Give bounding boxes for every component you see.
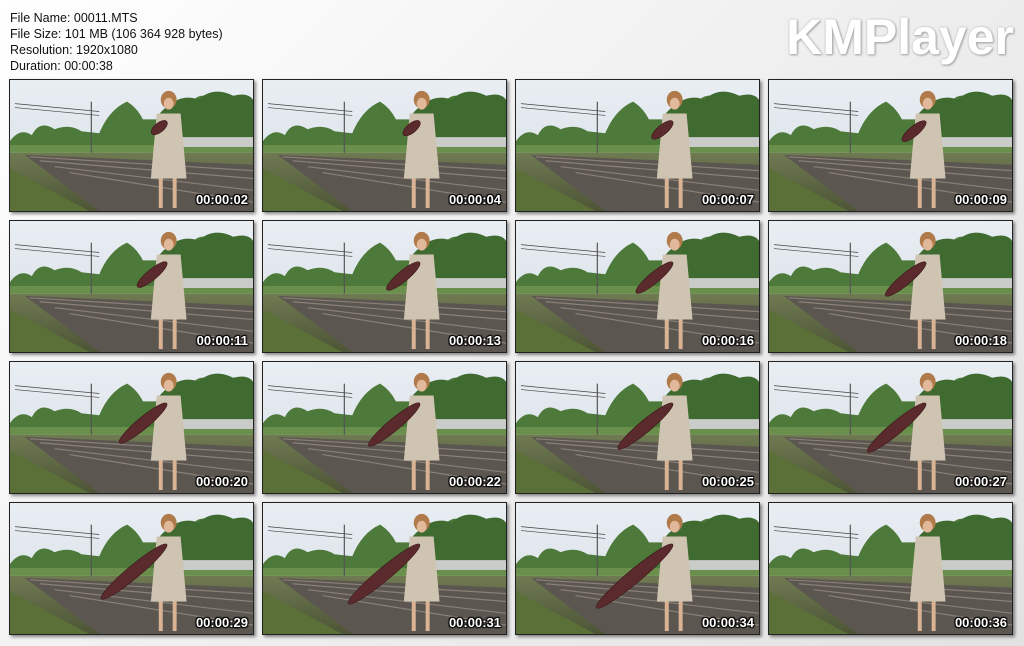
thumbnail-timestamp: 00:00:29 xyxy=(195,615,248,630)
thumbnail-timestamp: 00:00:16 xyxy=(701,333,754,348)
video-thumbnail: 00:00:18 xyxy=(768,220,1013,353)
thumbnail-timestamp: 00:00:11 xyxy=(196,333,248,348)
video-thumbnail: 00:00:27 xyxy=(768,361,1013,494)
video-thumbnail: 00:00:04 xyxy=(262,79,507,212)
video-thumbnail: 00:00:07 xyxy=(515,79,760,212)
thumbnail-grid: 00:00:02 00:00:04 00:00:07 00:00:09 00:0… xyxy=(9,79,1013,635)
thumbnail-timestamp: 00:00:02 xyxy=(195,192,248,207)
thumbnail-timestamp: 00:00:36 xyxy=(954,615,1007,630)
thumbnail-timestamp: 00:00:09 xyxy=(954,192,1007,207)
video-thumbnail: 00:00:20 xyxy=(9,361,254,494)
video-thumbnail: 00:00:31 xyxy=(262,502,507,635)
file-name: File Name: 00011.MTS xyxy=(10,11,138,25)
thumbnail-timestamp: 00:00:22 xyxy=(448,474,501,489)
video-thumbnail: 00:00:02 xyxy=(9,79,254,212)
video-thumbnail: 00:00:09 xyxy=(768,79,1013,212)
video-thumbnail: 00:00:29 xyxy=(9,502,254,635)
file-duration: Duration: 00:00:38 xyxy=(10,59,113,73)
thumbnail-timestamp: 00:00:31 xyxy=(448,615,501,630)
file-resolution: Resolution: 1920x1080 xyxy=(10,43,138,57)
video-thumbnail: 00:00:11 xyxy=(9,220,254,353)
video-thumbnail: 00:00:16 xyxy=(515,220,760,353)
kmplayer-logo: KMPlayer xyxy=(786,9,1014,65)
video-thumbnail: 00:00:13 xyxy=(262,220,507,353)
video-thumbnail: 00:00:34 xyxy=(515,502,760,635)
video-thumbnail: 00:00:22 xyxy=(262,361,507,494)
thumbnail-timestamp: 00:00:20 xyxy=(195,474,248,489)
video-thumbnail: 00:00:25 xyxy=(515,361,760,494)
thumbnail-timestamp: 00:00:13 xyxy=(448,333,501,348)
file-size: File Size: 101 MB (106 364 928 bytes) xyxy=(10,27,223,41)
thumbnail-timestamp: 00:00:34 xyxy=(701,615,754,630)
thumbnail-timestamp: 00:00:04 xyxy=(448,192,501,207)
video-thumbnail: 00:00:36 xyxy=(768,502,1013,635)
thumbnail-timestamp: 00:00:27 xyxy=(954,474,1007,489)
file-info-panel: File Name: 00011.MTS File Size: 101 MB (… xyxy=(10,10,223,74)
thumbnail-timestamp: 00:00:07 xyxy=(701,192,754,207)
thumbnail-timestamp: 00:00:18 xyxy=(954,333,1007,348)
thumbnail-timestamp: 00:00:25 xyxy=(701,474,754,489)
